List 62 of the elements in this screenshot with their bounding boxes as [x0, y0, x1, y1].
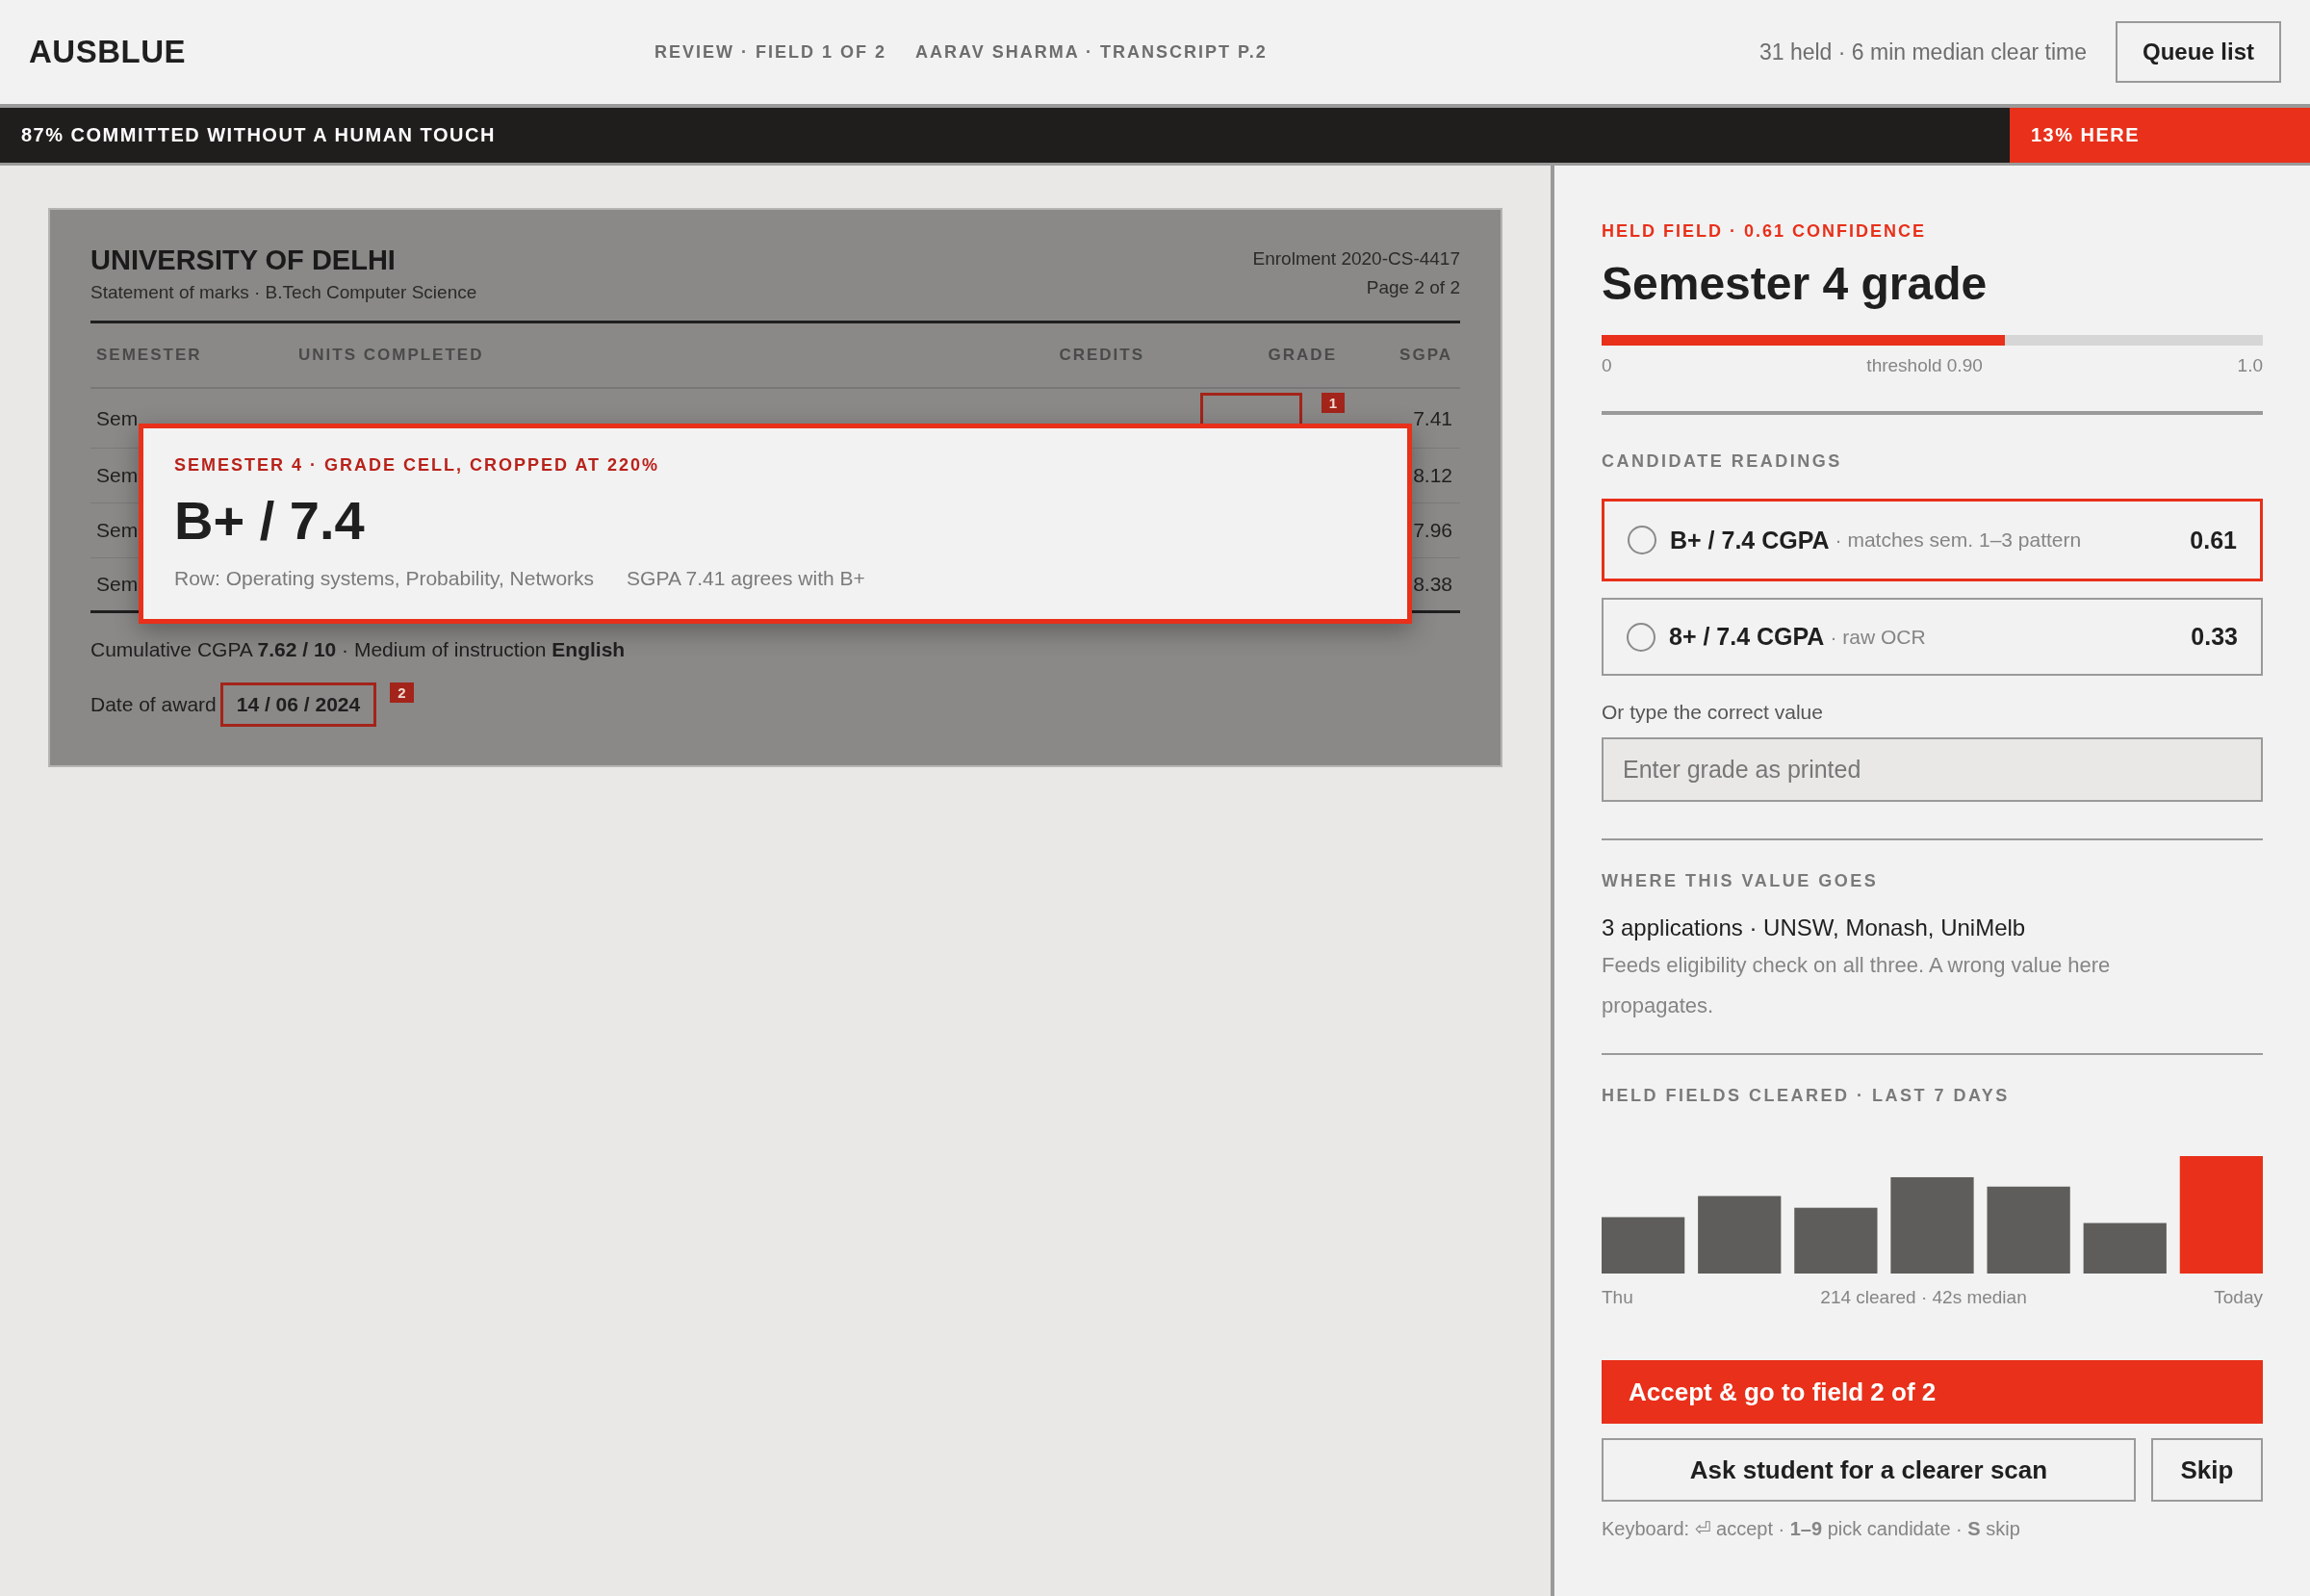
popup-note: Row: Operating systems, Probability, Networks [174, 567, 595, 590]
human-share-bar: 13% HERE [2010, 108, 2310, 163]
popup-label: SEMESTER 4 · GRADE CELL, CROPPED AT 220% [174, 455, 661, 476]
candidate-value: 8+ / 7.4 CGPA [1669, 623, 1825, 651]
scale-label: 0 [1602, 355, 1612, 376]
table-cell: Sem [96, 464, 139, 487]
queue-stats: 31 held · 6 min median clear time [1758, 39, 2087, 65]
accept-button[interactable]: Accept & go to field 2 of 2 [1602, 1360, 2263, 1424]
cumulative-summary: Cumulative CGPA 7.62 / 10 · Medium of instruction English [90, 638, 627, 661]
field-status: HELD FIELD · 0.61 CONFIDENCE [1602, 221, 1928, 242]
section-heading: WHERE THIS VALUE GOES [1602, 871, 1880, 891]
section-heading: HELD FIELDS CLEARED · LAST 7 DAYS [1602, 1086, 2011, 1106]
enrolment-number: Enrolment 2020-CS-4417 [1252, 247, 1460, 270]
table-cell-text: 8.38 [1413, 573, 1453, 596]
zoomed-value: B+ / 7.4 [174, 489, 366, 552]
candidate-note: · raw OCR [1830, 625, 1927, 649]
award-label: Date of award [90, 693, 217, 716]
table-cell-text: 7.41 [1413, 406, 1453, 430]
table-cell: Sem [96, 573, 139, 596]
queue-list-button[interactable]: Queue list [2115, 21, 2281, 83]
university-name: UNIVERSITY OF DELHI [90, 245, 397, 276]
candidate-value: B+ / 7.4 CGPA [1670, 526, 1830, 554]
chart-label: Thu [1602, 1287, 1633, 1308]
column-header: UNITS COMPLETED [298, 346, 485, 365]
chart-label: 214 cleared · 42s median [1820, 1287, 2027, 1308]
destination-summary: 3 applications · UNSW, Monash, UniMelb [1602, 914, 2027, 941]
table-cell: Sem [96, 519, 139, 542]
column-header: CREDITS [1058, 346, 1145, 365]
award-date: 14 / 06 / 2024 [219, 682, 377, 727]
breadcrumb: REVIEW · FIELD 1 OF 2 [654, 41, 887, 63]
app-logo: AUSBLUE [29, 34, 187, 70]
candidate-note: · matches sem. 1–3 pattern [1835, 528, 2083, 552]
popup-note: SGPA 7.41 agrees with B+ [627, 567, 865, 590]
document-subtitle: Statement of marks · B.Tech Computer Science [90, 282, 477, 303]
grade-input-field[interactable]: Enter grade as printed [1602, 737, 2263, 802]
candidate-option[interactable]: B+ / 7.4 CGPA · matches sem. 1–3 pattern 0.61 [1602, 499, 2263, 581]
destination-note: Feeds eligibility check on all three. A wrong value here propagates. [1602, 952, 2112, 1019]
table-cell-text: 8.12 [1413, 464, 1453, 487]
scale-label: 1.0 [2237, 355, 2263, 376]
keyboard-hint: Keyboard: ⏎ accept · 1–9 pick candidate · S skip [1602, 1517, 2021, 1540]
radio-button[interactable] [1627, 622, 1656, 652]
scale-label: threshold 0.90 [1866, 355, 1983, 376]
breadcrumb: AARAV SHARMA · TRANSCRIPT P.2 [915, 41, 1268, 63]
marker-badge: 2 [390, 682, 414, 703]
radio-button[interactable] [1628, 526, 1656, 554]
page-number: Page 2 of 2 [1365, 276, 1460, 299]
request-scan-button[interactable]: Ask student for a clearer scan [1602, 1438, 2136, 1502]
table-cell: Sem [96, 406, 139, 430]
marker-badge: 1 [1321, 393, 1345, 413]
field-title: Semester 4 grade [1602, 257, 1989, 310]
table-cell-text: 7.96 [1413, 519, 1453, 542]
skip-button[interactable]: Skip [2151, 1438, 2263, 1502]
chart-label: Today [2214, 1287, 2263, 1308]
candidate-score: 0.33 [2191, 623, 2238, 651]
column-header: SEMESTER [95, 346, 203, 365]
candidate-score: 0.61 [2190, 526, 2237, 554]
automated-share-bar: 87% COMMITTED WITHOUT A HUMAN TOUCH [0, 108, 2010, 163]
column-header: SGPA [1399, 346, 1453, 365]
candidate-option[interactable]: 8+ / 7.4 CGPA · raw OCR 0.33 [1602, 598, 2263, 676]
column-header: GRADE [1267, 346, 1338, 365]
field-label: Or type the correct value [1602, 701, 1824, 724]
section-heading: CANDIDATE READINGS [1602, 451, 1843, 472]
